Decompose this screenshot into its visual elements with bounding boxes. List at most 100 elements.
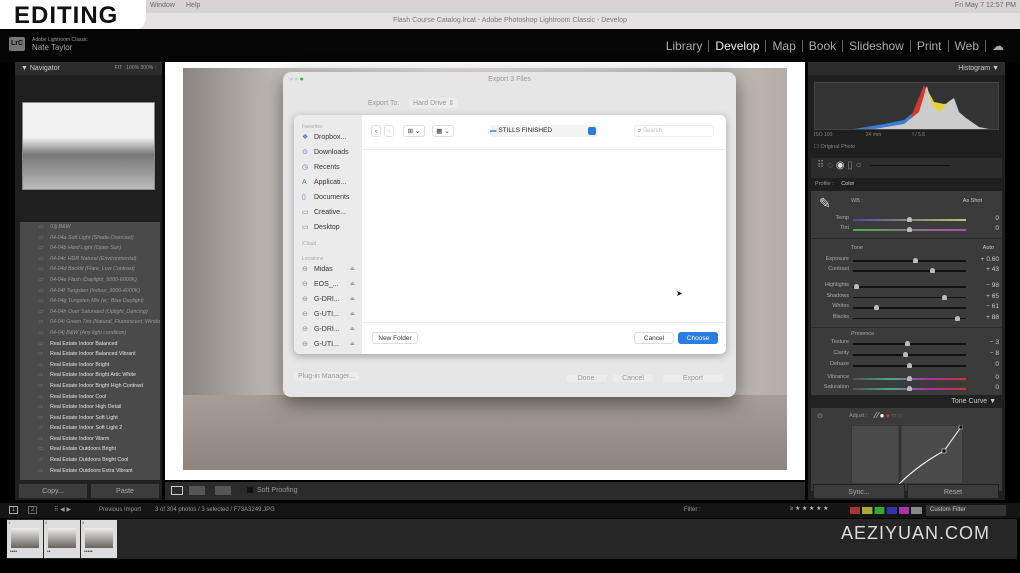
- preset-item[interactable]: ▭ 04-04i Green Tint (Natural_Fluorescent_…: [20, 317, 160, 328]
- preset-item[interactable]: ▭ 04-04j B&W (Any light condition): [20, 328, 160, 339]
- slider-thumb[interactable]: [930, 268, 936, 273]
- preset-item[interactable]: ▭ Real Estate Indoor Cool: [20, 392, 160, 403]
- sidebar-item-downloads[interactable]: ⊙ Downloads: [294, 145, 362, 160]
- module-library[interactable]: Library: [660, 40, 710, 52]
- sidebar-location[interactable]: ⊖ EOS_... ⏏: [294, 277, 362, 292]
- preset-item[interactable]: ▭ Real Estate Indoor Bright High Contrast: [20, 381, 160, 392]
- slider-thumb[interactable]: [907, 227, 912, 232]
- original-photo-toggle[interactable]: ☐ Original Photo: [814, 144, 855, 150]
- preset-item[interactable]: ▭ Real Estate Indoor High Detail: [20, 402, 160, 413]
- slider-value[interactable]: 0: [975, 361, 999, 368]
- slider-thumb[interactable]: [902, 352, 908, 357]
- filmstrip-thumbnail[interactable]: 3 •••••: [81, 520, 117, 558]
- preset-item[interactable]: ▭ Real Estate Indoor Bright Artic White: [20, 370, 160, 381]
- folder-dropdown[interactable]: ▬ STILLS FINISHED: [490, 125, 598, 137]
- slider-thumb[interactable]: [942, 294, 948, 300]
- preset-item[interactable]: ▭ 04-04d Backlit (Flare_Low Contrast): [20, 264, 160, 275]
- slider-track[interactable]: [853, 305, 966, 310]
- sidebar-location[interactable]: ⊖ G-DRI... ⏏: [294, 292, 362, 307]
- sidebar-item-clock[interactable]: ◷ Recents: [294, 160, 362, 175]
- dialog-cancel-button[interactable]: Cancel: [613, 375, 653, 382]
- picker-cancel-button[interactable]: Cancel: [634, 332, 674, 344]
- brush-slider[interactable]: [870, 164, 951, 166]
- slider-track[interactable]: [853, 341, 966, 346]
- target-adjust-icon[interactable]: ⊙: [817, 412, 823, 420]
- slider-thumb[interactable]: [907, 363, 912, 368]
- slider-track[interactable]: [853, 315, 966, 321]
- before-after-icon[interactable]: [189, 486, 205, 495]
- module-print[interactable]: Print: [911, 40, 949, 52]
- preset-item[interactable]: ▭ Real Estate Indoor Warm: [20, 434, 160, 445]
- grid-nav-icons[interactable]: ⠿ ◀ ▶: [54, 506, 71, 513]
- slider-value[interactable]: − 98: [975, 282, 999, 289]
- preset-item[interactable]: ▭ Real Estate Indoor Soft Light 2: [20, 423, 160, 434]
- sidebar-location[interactable]: ⊖ G-DRI... ⏏: [294, 322, 362, 337]
- zoom-fit[interactable]: FIT :: [115, 65, 125, 71]
- eject-icon[interactable]: ⏏: [350, 337, 355, 352]
- slider-value[interactable]: 0: [975, 215, 999, 222]
- slider-track[interactable]: [853, 258, 966, 263]
- sidebar-item-applications[interactable]: A Applicati...: [294, 175, 362, 190]
- group-view-icon[interactable]: ▦ ⌄: [432, 125, 454, 137]
- navigator-header[interactable]: ▼ Navigator FIT : 100% 300% :: [15, 62, 162, 75]
- tone-curve-graph[interactable]: [851, 425, 963, 484]
- slider-value[interactable]: − 61: [975, 303, 999, 310]
- search-input[interactable]: ⌕ Search: [634, 125, 714, 137]
- slider-value[interactable]: 0: [975, 384, 999, 391]
- reset-button[interactable]: Reset: [907, 484, 999, 499]
- rating-filter[interactable]: ≥ ★ ★ ★ ★ ★: [790, 505, 829, 512]
- preset-item[interactable]: ▭ Real Estate Indoor Bright: [20, 360, 160, 371]
- slider-track[interactable]: [853, 386, 966, 391]
- slider-track[interactable]: [853, 352, 966, 357]
- spot-removal-icon[interactable]: ◌: [827, 160, 833, 171]
- slider-value[interactable]: + 43: [975, 266, 999, 273]
- slider-track[interactable]: [853, 363, 966, 368]
- module-slideshow[interactable]: Slideshow: [843, 40, 911, 52]
- slider-track[interactable]: [853, 227, 966, 232]
- choose-button[interactable]: Choose: [678, 332, 718, 344]
- preset-item[interactable]: ▭ Real Estate Indoor Balanced: [20, 339, 160, 350]
- preset-item[interactable]: ▭ Real Estate Indoor Balanced Vibrant: [20, 349, 160, 360]
- sidebar-item-dropbox[interactable]: ❖ Dropbox...: [294, 130, 362, 145]
- preset-item[interactable]: ▭ 04-04e Flash (Daylight_5000-6000K): [20, 275, 160, 286]
- plugin-manager-button[interactable]: Plug-in Manager...: [294, 372, 359, 381]
- yy-view-icon[interactable]: [215, 486, 231, 495]
- slider-thumb[interactable]: [905, 341, 911, 346]
- slider-value[interactable]: − 3: [975, 339, 999, 346]
- module-map[interactable]: Map: [766, 40, 803, 52]
- slider-value[interactable]: + 0.60: [975, 256, 999, 263]
- export-to-select[interactable]: Hard Drive ⇕: [409, 98, 459, 108]
- blue-channel-icon[interactable]: ○: [897, 411, 903, 420]
- eject-icon[interactable]: ⏏: [350, 277, 355, 292]
- preset-item[interactable]: ▭ 04-04a Soft Light (Shade-Overcast): [20, 233, 160, 244]
- slider-thumb[interactable]: [874, 305, 880, 310]
- zoom-300[interactable]: 300% :: [140, 65, 156, 71]
- slider-value[interactable]: 0: [975, 374, 999, 381]
- menu-help[interactable]: Help: [186, 2, 200, 9]
- copy-button[interactable]: Copy...: [18, 483, 88, 499]
- slider-track[interactable]: [853, 268, 966, 273]
- page-1-button[interactable]: 1: [9, 506, 19, 514]
- preset-item[interactable]: ▭ Real Estate Outdoors Bright Cool: [20, 455, 160, 466]
- sidebar-location[interactable]: ⊖ Midas ⏏: [294, 262, 362, 277]
- histogram-header[interactable]: Histogram ▼: [808, 62, 1005, 75]
- zoom-100[interactable]: 100%: [126, 65, 139, 71]
- preset-item[interactable]: ▭ 03j B&W: [20, 222, 160, 233]
- icon-view-icon[interactable]: ⊞ ⌄: [403, 125, 425, 137]
- sidebar-location[interactable]: ⊖ G-UTI... ⏏: [294, 307, 362, 322]
- source-label[interactable]: Previous Import: [99, 507, 141, 513]
- page-2-button[interactable]: 2: [28, 506, 38, 514]
- slider-track[interactable]: [853, 284, 966, 289]
- sync-button[interactable]: Sync...: [813, 484, 905, 499]
- sidebar-item-desktop[interactable]: ▭ Desktop: [294, 220, 362, 235]
- preset-item[interactable]: ▭ 04-04g Tungsten Mix (w_ Blue Daylight): [20, 296, 160, 307]
- eject-icon[interactable]: ⏏: [350, 307, 355, 322]
- graduated-filter-icon[interactable]: ▯: [847, 160, 853, 171]
- loupe-view-icon[interactable]: [171, 486, 183, 495]
- forward-button[interactable]: ›: [384, 125, 394, 137]
- slider-thumb[interactable]: [907, 376, 912, 381]
- menu-window[interactable]: Window: [150, 2, 175, 9]
- back-button[interactable]: ‹: [371, 125, 381, 137]
- slider-thumb[interactable]: [954, 315, 960, 321]
- color-label-filter[interactable]: [850, 507, 922, 514]
